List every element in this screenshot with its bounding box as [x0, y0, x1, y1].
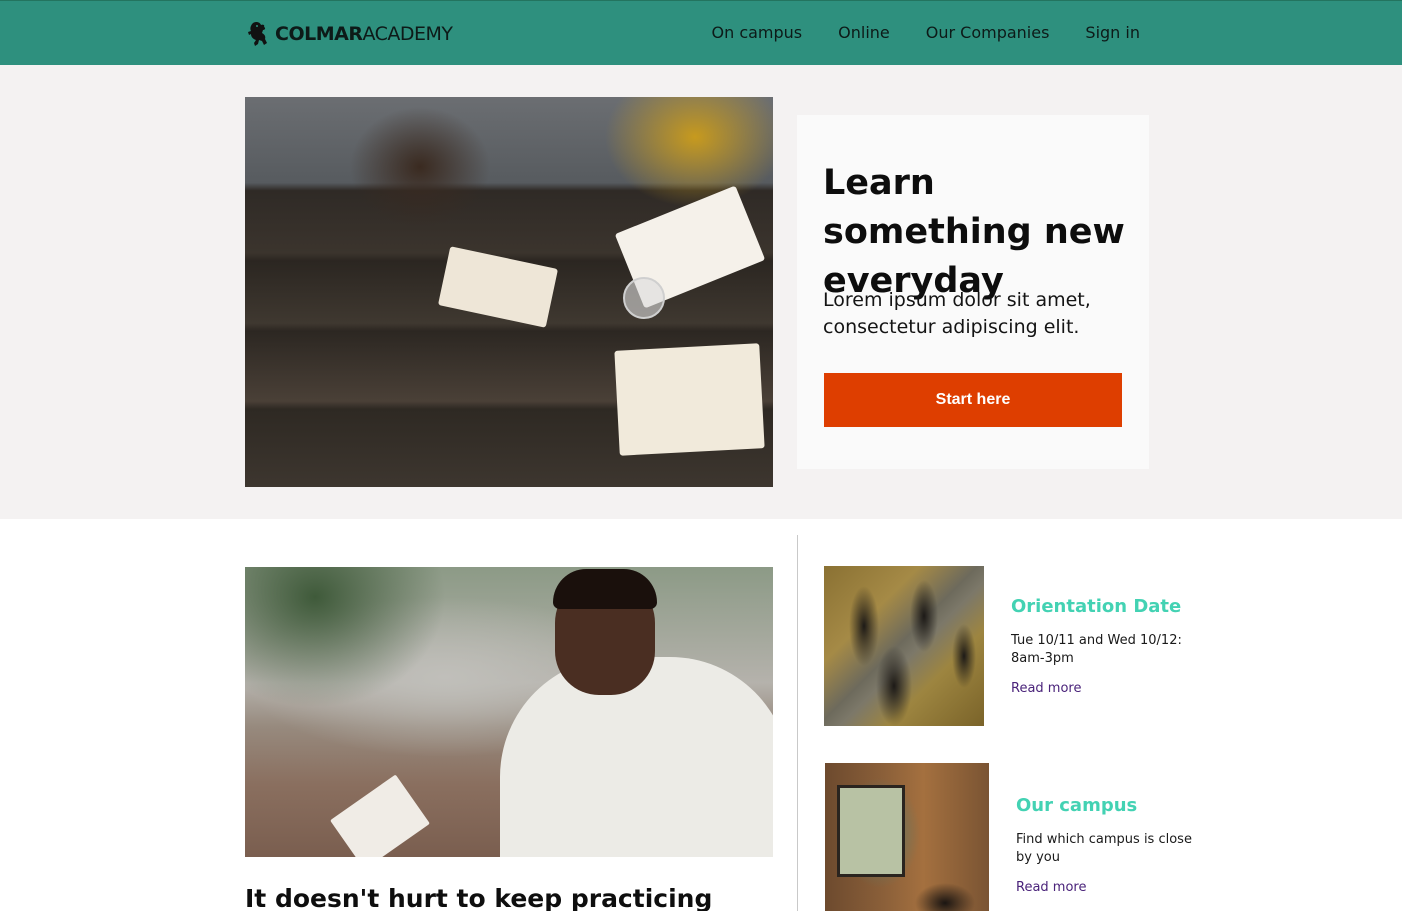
nav-item-sign-in[interactable]: Sign in — [1085, 21, 1140, 45]
brand-logo[interactable]: COLMARACADEMY — [247, 18, 453, 50]
brand-name-regular: ACADEMY — [362, 23, 453, 45]
event-description: Tue 10/11 and Wed 10/12: 8am-3pm — [1011, 633, 1182, 666]
event-description: Find which campus is close by you — [1016, 832, 1192, 865]
orientation-thumbnail-image — [824, 566, 984, 726]
brand-name-bold: COLMAR — [275, 23, 363, 45]
hero-subtitle: Lorem ipsum dolor sit amet, consectetur … — [823, 289, 1091, 338]
hero-title: Learn something new everyday — [823, 163, 1125, 301]
event-card-campus: Our campus Find which campus is close by… — [825, 763, 1205, 911]
hero-card: Learn something new everyday Lorem ipsum… — [797, 115, 1149, 469]
read-more-link[interactable]: Read more — [1016, 880, 1086, 895]
event-title: Orientation Date — [1011, 596, 1182, 617]
nav-item-on-campus[interactable]: On campus — [712, 21, 803, 45]
event-card-orientation: Orientation Date Tue 10/11 and Wed 10/12… — [824, 566, 1204, 726]
column-divider — [797, 535, 798, 911]
nav-item-our-companies[interactable]: Our Companies — [926, 21, 1050, 45]
hero-section: Learn something new everyday Lorem ipsum… — [0, 65, 1402, 519]
nav-item-online[interactable]: Online — [838, 21, 890, 45]
event-title: Our campus — [1016, 795, 1138, 816]
lion-rampant-icon — [248, 21, 267, 46]
article-man-reading-image — [245, 567, 773, 857]
start-here-button[interactable]: Start here — [824, 373, 1122, 427]
brand-name: COLMARACADEMY — [275, 23, 453, 45]
campus-thumbnail-image — [825, 763, 989, 911]
site-header: COLMARACADEMY On campus Online Our Compa… — [0, 0, 1402, 65]
hero-students-studying-image — [245, 97, 773, 487]
main-nav: On campus Online Our Companies Sign in — [712, 21, 1141, 45]
article-title: It doesn't hurt to keep practicing — [245, 884, 713, 911]
read-more-link[interactable]: Read more — [1011, 681, 1081, 696]
